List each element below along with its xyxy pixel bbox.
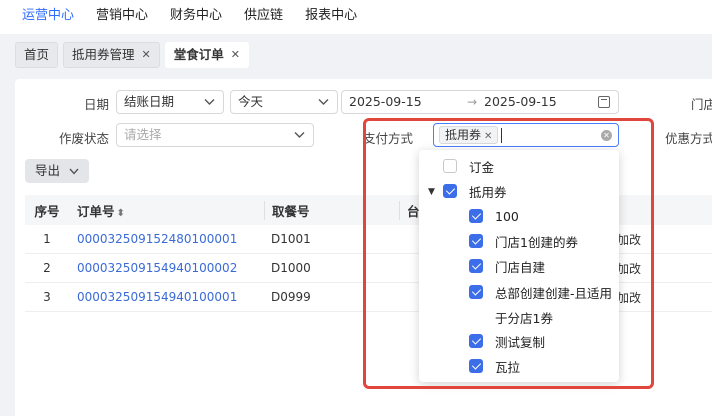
nav-marketing-center[interactable]: 营销中心 (96, 0, 148, 34)
nav-supply-chain[interactable]: 供应链 (244, 0, 283, 34)
void-status-label: 作废状态 (58, 131, 109, 146)
col-order-no[interactable]: 订单号 ⬍ (69, 201, 264, 220)
checkbox[interactable] (443, 184, 457, 198)
order-link[interactable]: 000032509152480100001 (69, 232, 264, 246)
discount-method-label: 优惠方式 (665, 131, 712, 146)
tag-close-icon[interactable]: ✕ (484, 131, 492, 142)
option-label: 总部创建创建-且适用 (495, 285, 613, 301)
option-label: 门店自建 (495, 259, 546, 275)
pickup-no: D0999 (271, 290, 311, 304)
option-store1-voucher[interactable]: 门店1创建的券 (469, 231, 578, 251)
chevron-down-icon (318, 99, 329, 105)
export-button[interactable]: 导出 (25, 159, 89, 183)
option-label: 订金 (469, 159, 495, 175)
option-test-copy[interactable]: 测试复制 (469, 331, 545, 351)
tab-label: 堂食订单 (173, 47, 224, 62)
selected-tag: 抵用券 ✕ (439, 126, 499, 144)
tag-label: 抵用券 (445, 128, 482, 142)
payment-method-select[interactable]: 抵用券 ✕ ✕ (433, 123, 619, 147)
option-label: 100 (495, 208, 519, 224)
tab-dine-in-orders[interactable]: 堂食订单 ✕ (164, 42, 249, 68)
option-label-continued: 于分店1券 (495, 311, 553, 326)
col-order-no-label: 订单号 (77, 203, 115, 219)
void-status-placeholder: 请选择 (124, 127, 162, 142)
option-label: 抵用券 (469, 184, 507, 200)
chevron-down-icon (294, 132, 305, 138)
tab-label: 首页 (24, 47, 50, 62)
nav-report-center[interactable]: 报表中心 (305, 0, 357, 34)
nav-operations-center[interactable]: 运营中心 (22, 0, 74, 34)
chevron-down-icon (69, 168, 79, 175)
start-date: 2025-09-15 (349, 94, 422, 109)
caret-down-icon[interactable]: ▼ (428, 187, 435, 197)
col-index: 序号 (34, 203, 60, 219)
checkbox[interactable] (469, 259, 483, 273)
pickup-no: D1001 (271, 232, 311, 246)
calendar-icon (598, 96, 610, 108)
nav-finance-center[interactable]: 财务中心 (170, 0, 222, 34)
arrow-right-icon: → (467, 95, 478, 109)
option-store-self[interactable]: 门店自建 (469, 256, 545, 276)
date-label: 日期 (83, 97, 109, 112)
tab-voucher-management[interactable]: 抵用券管理 ✕ (63, 42, 160, 68)
chevron-down-icon (204, 99, 215, 105)
date-type-value: 结账日期 (124, 94, 175, 109)
tab-bar: 首页 抵用券管理 ✕ 堂食订单 ✕ (0, 34, 712, 76)
pickup-no: D1000 (271, 261, 311, 275)
option-label: 测试复制 (495, 334, 546, 350)
checkbox[interactable] (443, 159, 457, 173)
payment-method-dropdown: 订金 ▼ 抵用券 100 门店1创建的券 门店自建 总部创建创建-且适用 于分店… (419, 150, 619, 382)
checkbox[interactable] (469, 334, 483, 348)
option-voucher-100[interactable]: 100 (469, 206, 519, 226)
close-icon[interactable]: ✕ (231, 43, 240, 67)
end-date: 2025-09-15 (484, 94, 557, 109)
tab-home[interactable]: 首页 (15, 42, 59, 68)
text-cursor (501, 128, 502, 143)
void-status-select[interactable]: 请选择 (116, 123, 314, 147)
export-label: 导出 (35, 163, 61, 178)
order-link[interactable]: 000032509154940100002 (69, 261, 264, 275)
date-range-select[interactable]: 今天 (230, 90, 338, 114)
store-label: 门店 (691, 97, 712, 112)
option-wala[interactable]: 瓦拉 (469, 356, 520, 376)
date-range-picker[interactable]: 2025-09-15 → 2025-09-15 (341, 90, 619, 114)
clear-icon[interactable]: ✕ (601, 130, 612, 141)
top-navigation: 运营中心 营销中心 财务中心 供应链 报表中心 (0, 0, 712, 34)
row-index: 1 (43, 232, 51, 246)
checkbox[interactable] (469, 234, 483, 248)
col-pickup-no: 取餐号 (264, 200, 399, 220)
checkbox[interactable] (469, 359, 483, 373)
row-index: 2 (43, 261, 51, 275)
row-index: 3 (43, 290, 51, 304)
option-hq-voucher[interactable]: 总部创建创建-且适用 (469, 282, 612, 302)
option-label: 门店1创建的券 (495, 234, 578, 250)
option-voucher[interactable]: 抵用券 (443, 181, 507, 201)
option-deposit[interactable]: 订金 (443, 156, 494, 176)
sort-icon[interactable]: ⬍ (117, 208, 125, 219)
checkbox[interactable] (469, 209, 483, 223)
tab-label: 抵用券管理 (72, 47, 135, 62)
option-label: 瓦拉 (495, 359, 521, 375)
close-icon[interactable]: ✕ (142, 43, 151, 67)
payment-method-label: 支付方式 (363, 131, 414, 146)
date-range-value: 今天 (238, 94, 264, 109)
order-link[interactable]: 000032509154940100001 (69, 290, 264, 304)
date-type-select[interactable]: 结账日期 (116, 90, 224, 114)
checkbox[interactable] (469, 285, 483, 299)
